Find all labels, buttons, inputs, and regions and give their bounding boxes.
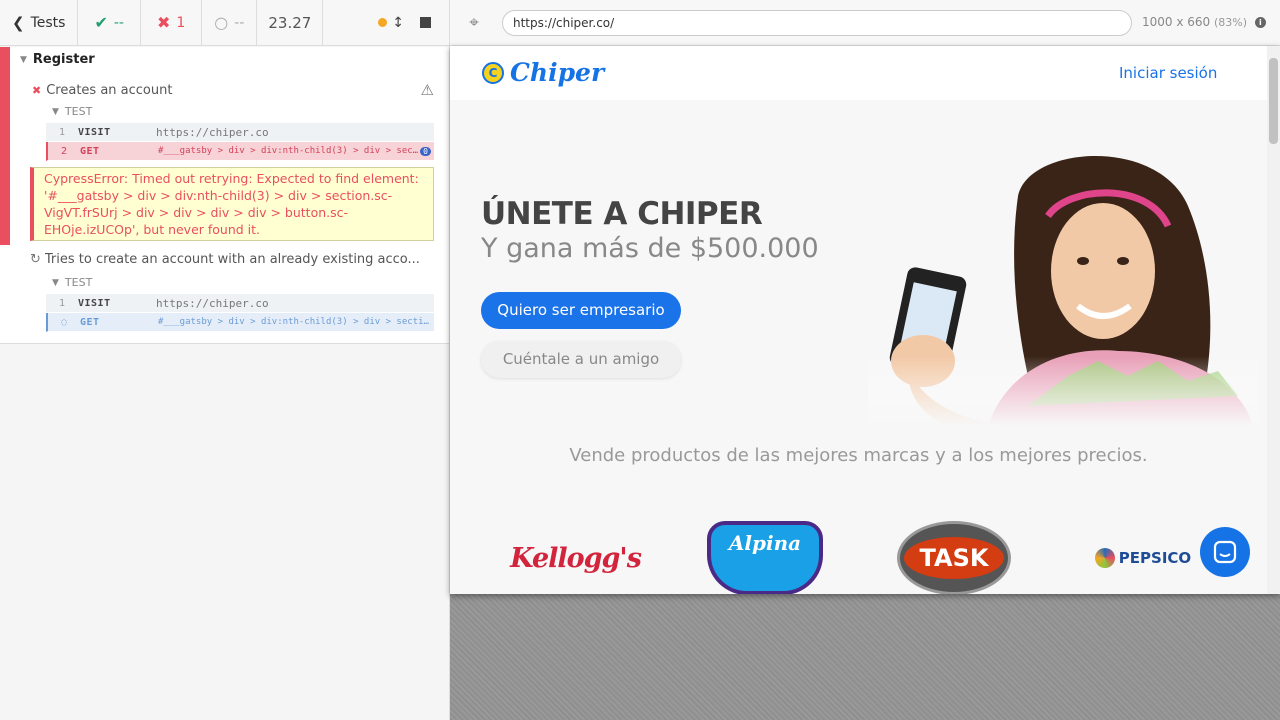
aut-iframe: C Chiper Iniciar sesión ÚNETE A CHIPER Y… xyxy=(450,46,1280,594)
error-message[interactable]: CypressError: Timed out retrying: Expect… xyxy=(30,167,434,241)
cypress-runner: ❮ Tests ✔ -- ✖ 1 ○ -- 23.27 ↕ ▼ Register… xyxy=(0,0,1280,720)
suite-failed-indicator xyxy=(0,47,10,245)
caret-down-icon: ▼ xyxy=(52,106,59,117)
test-row-2[interactable]: ↻ Tries to create an account with an alr… xyxy=(30,252,434,267)
section-label: TEST xyxy=(64,105,93,118)
command-visit[interactable]: 1 VISIT https://chiper.co xyxy=(46,123,434,142)
x-icon: ✖ xyxy=(156,13,171,32)
command-message: #___gatsby > div > div:nth-child(3) > di… xyxy=(158,317,434,327)
pepsico-globe-icon xyxy=(1094,548,1115,568)
command-message: #___gatsby > div > div:nth-child(3) > di… xyxy=(158,146,420,156)
tests-button[interactable]: ❮ Tests xyxy=(0,0,79,46)
viewport-size: 1000 x 660 xyxy=(1142,15,1211,29)
caret-down-icon: ▼ xyxy=(52,277,59,288)
viewport-scale: (83%) xyxy=(1214,16,1248,29)
dot-icon xyxy=(378,18,388,27)
test-title: Creates an account xyxy=(46,82,173,98)
site-logo[interactable]: C Chiper xyxy=(482,58,604,87)
hero-title: ÚNETE A CHIPER xyxy=(481,196,763,232)
pending-stat: ○ -- xyxy=(202,0,258,46)
hero-girl-image xyxy=(868,146,1258,426)
x-icon: ✖ xyxy=(32,83,42,97)
refresh-icon: ↻ xyxy=(30,252,41,267)
suite-title-text: Register xyxy=(32,52,95,67)
command-message: https://chiper.co xyxy=(156,125,269,139)
brand-alpina-logo: Alpina xyxy=(706,520,824,594)
stop-icon[interactable] xyxy=(420,17,431,28)
aut-scrollbar[interactable] xyxy=(1267,46,1280,594)
url-field[interactable]: https://chiper.co/ xyxy=(502,10,1132,36)
duration-value: 23.27 xyxy=(268,13,312,32)
become-entrepreneur-button[interactable]: Quiero ser empresario xyxy=(481,292,681,329)
crosshair-icon[interactable]: ⌖ xyxy=(464,13,484,33)
resize-icon: ↕ xyxy=(392,14,404,31)
caret-down-icon: ▼ xyxy=(20,54,27,65)
reporter-panel: ❮ Tests ✔ -- ✖ 1 ○ -- 23.27 ↕ ▼ Register… xyxy=(0,0,450,720)
runnables-list: ▼ Register ✖ Creates an account ⚠ ▼ TEST… xyxy=(0,47,449,344)
hero-subtitle: Y gana más de $500.000 xyxy=(481,233,819,264)
scrollbar-thumb[interactable] xyxy=(1269,58,1278,144)
command-name: GET xyxy=(80,145,100,157)
chevron-left-icon: ❮ xyxy=(12,13,25,32)
auto-scroll-toggle[interactable]: ↕ xyxy=(378,15,404,31)
failed-stat: ✖ 1 xyxy=(141,0,203,46)
brand-kelloggs-text: Kellogg's xyxy=(510,542,642,574)
brand-task-text: TASK xyxy=(919,544,989,572)
check-icon: ✔ xyxy=(94,13,108,32)
aut-header: ⌖ https://chiper.co/ 1000 x 660 (83%) i xyxy=(450,0,1280,46)
error-text: CypressError: Timed out retrying: Expect… xyxy=(44,171,419,237)
test-section-header[interactable]: ▼ TEST xyxy=(52,276,92,289)
command-visit[interactable]: 1 VISIT https://chiper.co xyxy=(46,294,434,313)
suite-row[interactable]: ▼ Register xyxy=(20,52,95,67)
command-get-failed[interactable]: 2 GET #___gatsby > div > div:nth-child(3… xyxy=(46,142,434,161)
chat-icon xyxy=(1213,540,1237,564)
test-section-header[interactable]: ▼ TEST xyxy=(52,105,92,118)
info-icon: i xyxy=(1254,17,1266,28)
site-navbar: C Chiper Iniciar sesión xyxy=(450,46,1267,100)
command-list: 1 VISIT https://chiper.co ◌ GET #___gats… xyxy=(46,294,434,332)
brand-kelloggs-logo: Kellogg's xyxy=(510,520,642,594)
command-number: 1 xyxy=(58,126,66,138)
command-list: 1 VISIT https://chiper.co 2 GET #___gats… xyxy=(46,123,434,161)
brand-pepsico-logo: PEPSICO xyxy=(1084,520,1202,594)
login-link[interactable]: Iniciar sesión xyxy=(1119,64,1217,82)
test-title: Tries to create an account with an alrea… xyxy=(44,252,420,267)
command-number: 2 xyxy=(60,145,68,157)
duration: 23.27 xyxy=(257,0,324,46)
logo-text: Chiper xyxy=(510,58,605,87)
command-name: VISIT xyxy=(78,297,111,309)
failed-count: 1 xyxy=(176,14,186,31)
command-number: 1 xyxy=(58,297,66,309)
pending-count: -- xyxy=(234,14,245,31)
tests-label: Tests xyxy=(30,14,66,31)
logo-coin-icon: C xyxy=(482,61,504,84)
section-label: TEST xyxy=(64,276,93,289)
command-name: GET xyxy=(80,316,100,328)
passed-stat: ✔ -- xyxy=(78,0,141,46)
chat-button[interactable] xyxy=(1200,527,1250,577)
app-under-test-panel: ⌖ https://chiper.co/ 1000 x 660 (83%) i … xyxy=(450,0,1280,720)
reporter-header: ❮ Tests ✔ -- ✖ 1 ○ -- 23.27 ↕ xyxy=(0,0,449,46)
tagline: Vende productos de las mejores marcas y … xyxy=(569,445,1148,466)
spinner-icon: ◌ xyxy=(60,316,68,328)
command-message: https://chiper.co xyxy=(156,296,269,310)
brand-alpina-text: Alpina xyxy=(728,531,802,555)
tell-a-friend-button[interactable]: Cuéntale a un amigo xyxy=(481,341,681,378)
command-get-pending[interactable]: ◌ GET #___gatsby > div > div:nth-child(3… xyxy=(46,313,434,332)
warning-icon[interactable]: ⚠ xyxy=(421,81,434,99)
brand-pepsico-text: PEPSICO xyxy=(1118,549,1192,567)
command-name: VISIT xyxy=(78,126,111,138)
test-row-1[interactable]: ✖ Creates an account ⚠ xyxy=(32,81,434,99)
brand-task-logo: TASK xyxy=(896,520,1012,594)
reporter-controls: ↕ xyxy=(378,15,449,31)
spinner-icon: ○ xyxy=(214,13,229,32)
viewport-info[interactable]: 1000 x 660 (83%) i xyxy=(1142,15,1266,29)
passed-count: -- xyxy=(113,14,124,31)
element-count-badge: 0 xyxy=(420,146,431,156)
